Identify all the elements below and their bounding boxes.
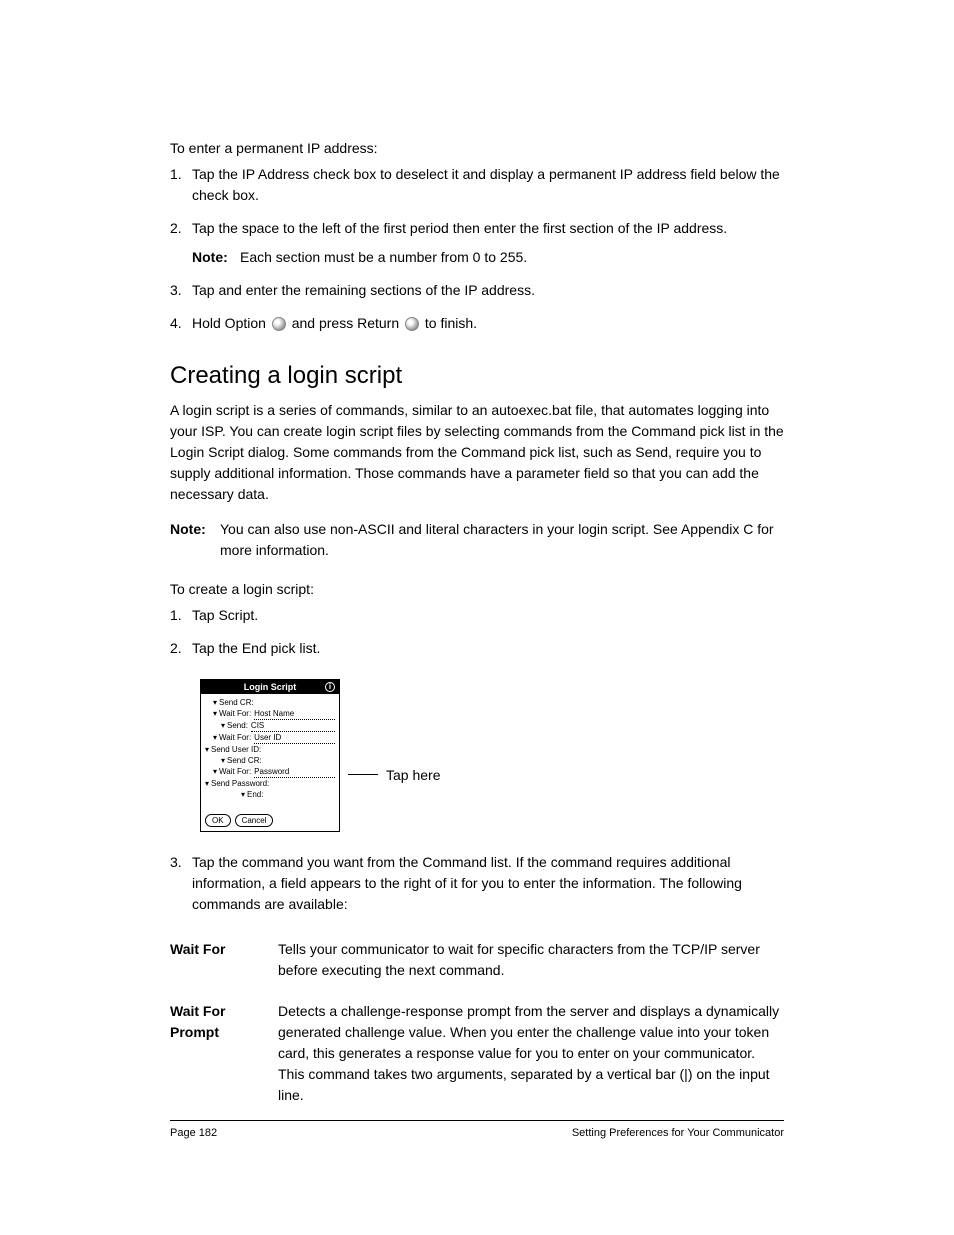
list-text-inner: Tap the space to the left of the first p… [192, 220, 727, 236]
dropdown-icon: ▾ [213, 732, 217, 743]
list-item: 2. Tap the space to the left of the firs… [170, 218, 784, 268]
login-script-screenshot: Login Script i ▾Send CR: ▾Wait For:Host … [200, 679, 784, 832]
dropdown-icon: ▾ [213, 697, 217, 708]
palm-row: ▾End: [205, 789, 335, 800]
palm-label: Send Password: [211, 778, 269, 789]
note-label: Note: [192, 247, 240, 268]
palm-dialog-header: Login Script i [201, 680, 339, 694]
section2-title: To create a login script: [170, 581, 784, 597]
palm-value: Host Name [254, 708, 335, 720]
dropdown-icon: ▾ [221, 720, 225, 731]
palm-value: CIS [251, 720, 335, 732]
cancel-button: Cancel [235, 814, 274, 827]
list-text: Tap and enter the remaining sections of … [192, 280, 784, 301]
ip-address-steps: 1. Tap the IP Address check box to desel… [170, 164, 784, 334]
palm-label: Send User ID: [211, 744, 261, 755]
note-row: Note: You can also use non-ASCII and lit… [170, 519, 784, 561]
note-block: Note: Each section must be a number from… [192, 247, 784, 268]
palm-row: ▾Wait For:User ID [205, 732, 335, 744]
list-item: 1. Tap the IP Address check box to desel… [170, 164, 784, 206]
palm-label: Send: [227, 720, 248, 731]
command-row: Wait For Tells your communicator to wait… [170, 939, 784, 981]
note-text: You can also use non-ASCII and literal c… [220, 519, 784, 561]
list-item: 2. Tap the End pick list. [170, 638, 784, 659]
list-number: 2. [170, 638, 192, 659]
palm-dialog-body: ▾Send CR: ▾Wait For:Host Name ▾Send:CIS … [201, 694, 339, 831]
list-number: 3. [170, 852, 192, 915]
heading-login-script: Creating a login script [170, 362, 784, 390]
palm-label: Wait For: [219, 766, 251, 777]
palm-row: ▾Send CR: [205, 697, 335, 708]
list-item: 4. Hold Option and press Return to finis… [170, 313, 784, 334]
palm-label: Send CR: [227, 755, 262, 766]
note-label: Note: [170, 519, 220, 561]
palm-dialog: Login Script i ▾Send CR: ▾Wait For:Host … [200, 679, 340, 832]
footer-title: Setting Preferences for Your Communicato… [572, 1127, 784, 1139]
list-text: Tap the End pick list. [192, 638, 784, 659]
return-key-icon [405, 317, 419, 331]
list-number: 4. [170, 313, 192, 334]
palm-row: ▾Send Password: [205, 778, 335, 789]
text-before: Hold Option [192, 315, 270, 331]
palm-value: Password [254, 766, 335, 778]
command-description: Tells your communicator to wait for spec… [278, 939, 784, 981]
ok-button: OK [205, 814, 231, 827]
list-text: Tap the command you want from the Comman… [192, 852, 784, 915]
palm-buttons: OK Cancel [205, 814, 335, 827]
palm-row: ▾Send User ID: [205, 744, 335, 755]
list-text: Tap the space to the left of the first p… [192, 218, 784, 268]
palm-label: End: [247, 789, 263, 800]
list-number: 1. [170, 164, 192, 206]
intro-paragraph: A login script is a series of commands, … [170, 400, 784, 505]
page-footer: Page 182 Setting Preferences for Your Co… [170, 1120, 784, 1139]
list-item: 3. Tap the command you want from the Com… [170, 852, 784, 915]
option-key-icon [272, 317, 286, 331]
palm-label: Wait For: [219, 732, 251, 743]
dropdown-icon: ▾ [213, 766, 217, 777]
page-number: Page 182 [170, 1127, 217, 1139]
login-script-steps: 1. Tap Script. 2. Tap the End pick list. [170, 605, 784, 659]
commands-table: Wait For Tells your communicator to wait… [170, 939, 784, 1106]
dropdown-icon: ▾ [205, 744, 209, 755]
palm-label: Send CR: [219, 697, 254, 708]
dropdown-icon: ▾ [205, 778, 209, 789]
list-text: Tap Script. [192, 605, 784, 626]
command-row: Wait For Prompt Detects a challenge-resp… [170, 1001, 784, 1106]
dropdown-icon: ▾ [241, 789, 245, 800]
palm-dialog-title: Login Script [244, 682, 297, 692]
list-number: 1. [170, 605, 192, 626]
section1-title: To enter a permanent IP address: [170, 140, 784, 156]
command-name: Wait For [170, 939, 278, 981]
callout-line [348, 774, 378, 775]
list-number: 2. [170, 218, 192, 268]
page-content: To enter a permanent IP address: 1. Tap … [0, 0, 954, 1106]
login-script-steps-cont: 3. Tap the command you want from the Com… [170, 852, 784, 915]
list-number: 3. [170, 280, 192, 301]
command-description: Detects a challenge-response prompt from… [278, 1001, 784, 1106]
text-after: to finish. [425, 315, 477, 331]
dropdown-icon: ▾ [213, 708, 217, 719]
list-text: Tap the IP Address check box to deselect… [192, 164, 784, 206]
callout-text: Tap here [386, 767, 440, 783]
info-icon: i [325, 682, 335, 692]
list-item: 1. Tap Script. [170, 605, 784, 626]
palm-row: ▾Send:CIS [205, 720, 335, 732]
text-mid: and press Return [292, 315, 403, 331]
palm-row: ▾Wait For:Password [205, 766, 335, 778]
palm-row: ▾Send CR: [205, 755, 335, 766]
list-item: 3. Tap and enter the remaining sections … [170, 280, 784, 301]
palm-value: User ID [254, 732, 335, 744]
palm-label: Wait For: [219, 708, 251, 719]
note-text: Each section must be a number from 0 to … [240, 247, 784, 268]
command-name: Wait For Prompt [170, 1001, 278, 1106]
dropdown-icon: ▾ [221, 755, 225, 766]
palm-row: ▾Wait For:Host Name [205, 708, 335, 720]
list-text: Hold Option and press Return to finish. [192, 313, 784, 334]
